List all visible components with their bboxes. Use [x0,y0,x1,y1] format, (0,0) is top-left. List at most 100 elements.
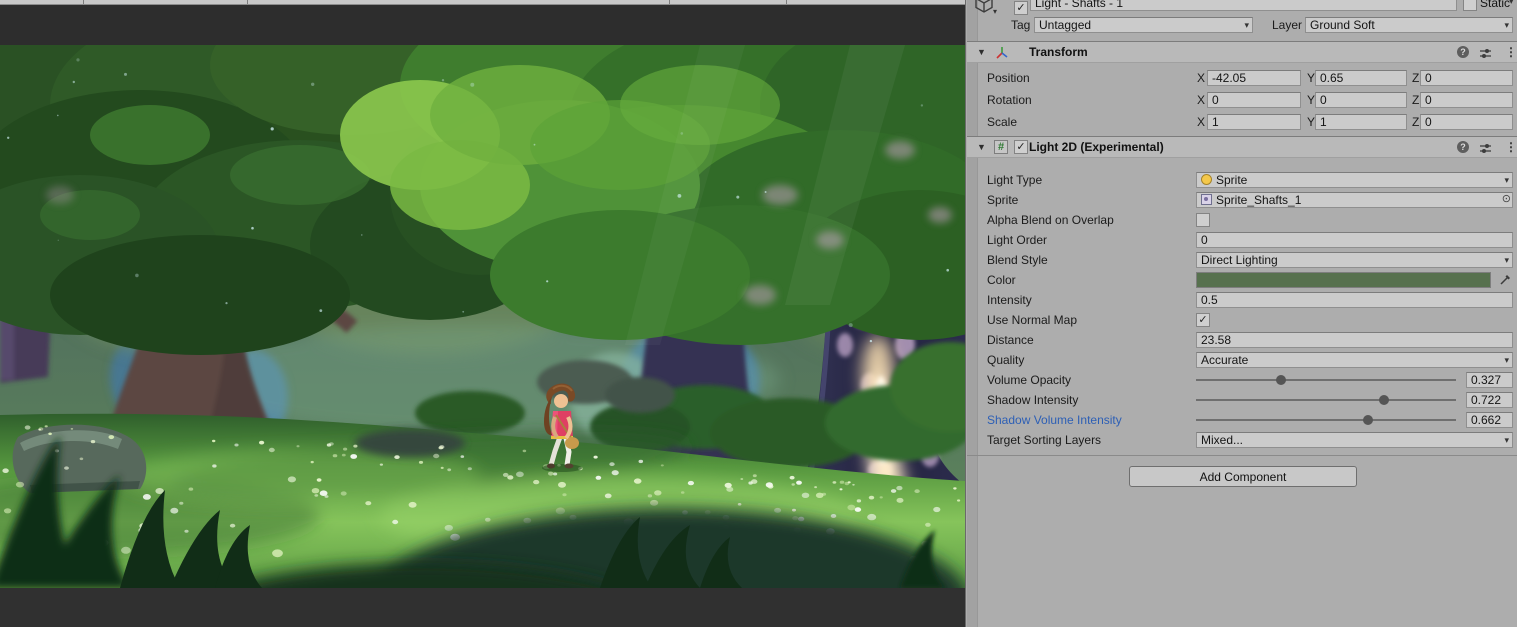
inspector-panel: ▾ ✓ Light - Shafts - 1 ✓ Static ▾ Tag Un… [965,0,1517,627]
intensity-row: Intensity 0.5 [966,292,1517,308]
add-component-button[interactable]: Add Component [1129,466,1357,487]
color-swatch[interactable] [1196,272,1491,288]
chevron-down-icon: ▾ [1504,175,1509,185]
use-normal-map-label: Use Normal Map [987,313,1078,327]
target-sorting-layers-dropdown[interactable]: Mixed... ▾ [1196,432,1513,448]
foldout-icon[interactable]: ▼ [977,137,986,157]
color-row: Color [966,272,1517,288]
position-x-field[interactable]: -42.05 [1207,70,1301,86]
alpha-blend-label: Alpha Blend on Overlap [987,213,1114,227]
blend-style-dropdown[interactable]: Direct Lighting ▾ [1196,252,1513,268]
light2d-enabled-checkbox[interactable]: ✓ [1014,140,1028,154]
game-view-pane[interactable] [0,0,965,627]
transform-scale-row: Scale X 1 Y 1 Z 0 [966,114,1517,130]
blend-style-label: Blend Style [987,253,1048,267]
quality-label: Quality [987,353,1025,367]
blend-style-value: Direct Lighting [1201,253,1278,267]
tab-strip-edge [0,0,965,5]
scale-x-field[interactable]: 1 [1207,114,1301,130]
shadow-intensity-slider[interactable] [1196,392,1456,408]
light-type-value: Sprite [1216,173,1248,187]
volume-opacity-label: Volume Opacity [987,373,1072,387]
slider-knob[interactable] [1363,415,1374,425]
distance-field[interactable]: 23.58 [1196,332,1513,348]
sprite-label: Sprite [987,193,1019,207]
rotation-y-field[interactable]: 0 [1315,92,1407,108]
unity-editor: ▾ ✓ Light - Shafts - 1 ✓ Static ▾ Tag Un… [0,0,1517,627]
light-order-field[interactable]: 0 [1196,232,1513,248]
slider-knob[interactable] [1276,375,1286,385]
light-bulb-icon [1201,174,1212,185]
gameobject-name-field[interactable]: Light - Shafts - 1 [1030,0,1457,11]
light-order-label: Light Order [987,233,1048,247]
static-dropdown-icon[interactable]: ▾ [1509,0,1514,7]
light-type-label: Light Type [987,173,1043,187]
gameobject-icon-caret[interactable]: ▾ [993,7,997,16]
shadow-volume-intensity-label: Shadow Volume Intensity [987,413,1122,427]
sprite-object-field[interactable]: Sprite_Shafts_1 ⊙ [1196,192,1513,208]
axis-z-label: Z [1412,93,1420,107]
light-type-row: Light Type Sprite ▾ [966,172,1517,188]
target-sorting-layers-row: Target Sorting Layers Mixed... ▾ [966,432,1517,448]
axis-z-label: Z [1412,71,1420,85]
help-icon[interactable]: ? [1457,141,1469,153]
color-label: Color [987,273,1016,287]
object-picker-icon[interactable]: ⊙ [1502,193,1511,207]
presets-icon[interactable] [1479,141,1492,161]
shadow-volume-intensity-row: Shadow Volume Intensity 0.662 [966,412,1517,428]
tag-layer-row: Tag Untagged ▾ Layer Ground Soft ▾ [966,17,1517,33]
rotation-x-field[interactable]: 0 [1207,92,1301,108]
more-menu-icon[interactable]: ⋮ [1505,46,1517,59]
use-normal-map-checkbox[interactable]: ✓ [1196,313,1210,327]
light-type-dropdown[interactable]: Sprite ▾ [1196,172,1513,188]
slider-knob[interactable] [1378,395,1389,405]
distance-row: Distance 23.58 [966,332,1517,348]
scene-viewport[interactable] [0,45,965,588]
light2d-title: Light 2D (Experimental) [1029,140,1164,154]
shadow-intensity-label: Shadow Intensity [987,393,1079,407]
light-order-row: Light Order 0 [966,232,1517,248]
scale-label: Scale [987,115,1018,129]
quality-dropdown[interactable]: Accurate ▾ [1196,352,1513,368]
tag-dropdown[interactable]: Untagged ▾ [1034,17,1253,33]
chevron-down-icon: ▾ [1504,255,1509,265]
axis-y-label: Y [1307,115,1316,129]
position-z-field[interactable]: 0 [1420,70,1513,86]
gameobject-enabled-checkbox[interactable]: ✓ [1014,1,1028,15]
position-y-field[interactable]: 0.65 [1315,70,1407,86]
transform-position-row: Position X -42.05 Y 0.65 Z 0 [966,70,1517,86]
scale-z-field[interactable]: 0 [1420,114,1513,130]
static-label: Static [1480,0,1511,10]
more-menu-icon[interactable]: ⋮ [1505,141,1517,154]
position-label: Position [987,71,1030,85]
component-divider [967,455,1517,456]
chevron-down-icon: ▾ [1504,355,1509,365]
sprite-row: Sprite Sprite_Shafts_1 ⊙ [966,192,1517,208]
chevron-down-icon: ▾ [1504,435,1509,445]
static-checkbox[interactable]: ✓ [1463,0,1477,11]
light2d-header[interactable]: ▼ # ✓ Light 2D (Experimental) ? ⋮ [967,136,1517,158]
shadow-volume-intensity-field[interactable]: 0.662 [1466,412,1513,428]
rotation-z-field[interactable]: 0 [1420,92,1513,108]
help-icon[interactable]: ? [1457,46,1469,58]
layer-label: Layer [1272,18,1303,32]
quality-row: Quality Accurate ▾ [966,352,1517,368]
scale-y-field[interactable]: 1 [1315,114,1407,130]
volume-opacity-field[interactable]: 0.327 [1466,372,1513,388]
axis-x-label: X [1197,71,1206,85]
alpha-blend-checkbox[interactable]: ✓ [1196,213,1210,227]
volume-opacity-slider[interactable] [1196,372,1456,388]
transform-header[interactable]: ▼ Transform ? ⋮ [967,41,1517,63]
gameobject-cube-icon[interactable] [973,0,995,17]
intensity-field[interactable]: 0.5 [1196,292,1513,308]
script-icon: # [994,140,1008,154]
foldout-icon[interactable]: ▼ [977,42,986,62]
shadow-intensity-field[interactable]: 0.722 [1466,392,1513,408]
eyedropper-icon[interactable] [1499,273,1512,290]
use-normal-map-row: Use Normal Map ✓ [966,312,1517,328]
transform-rotation-row: Rotation X 0 Y 0 Z 0 [966,92,1517,108]
shadow-volume-intensity-slider[interactable] [1196,412,1456,428]
presets-icon[interactable] [1479,46,1492,66]
transform-title: Transform [1029,45,1088,59]
layer-dropdown[interactable]: Ground Soft ▾ [1305,17,1513,33]
